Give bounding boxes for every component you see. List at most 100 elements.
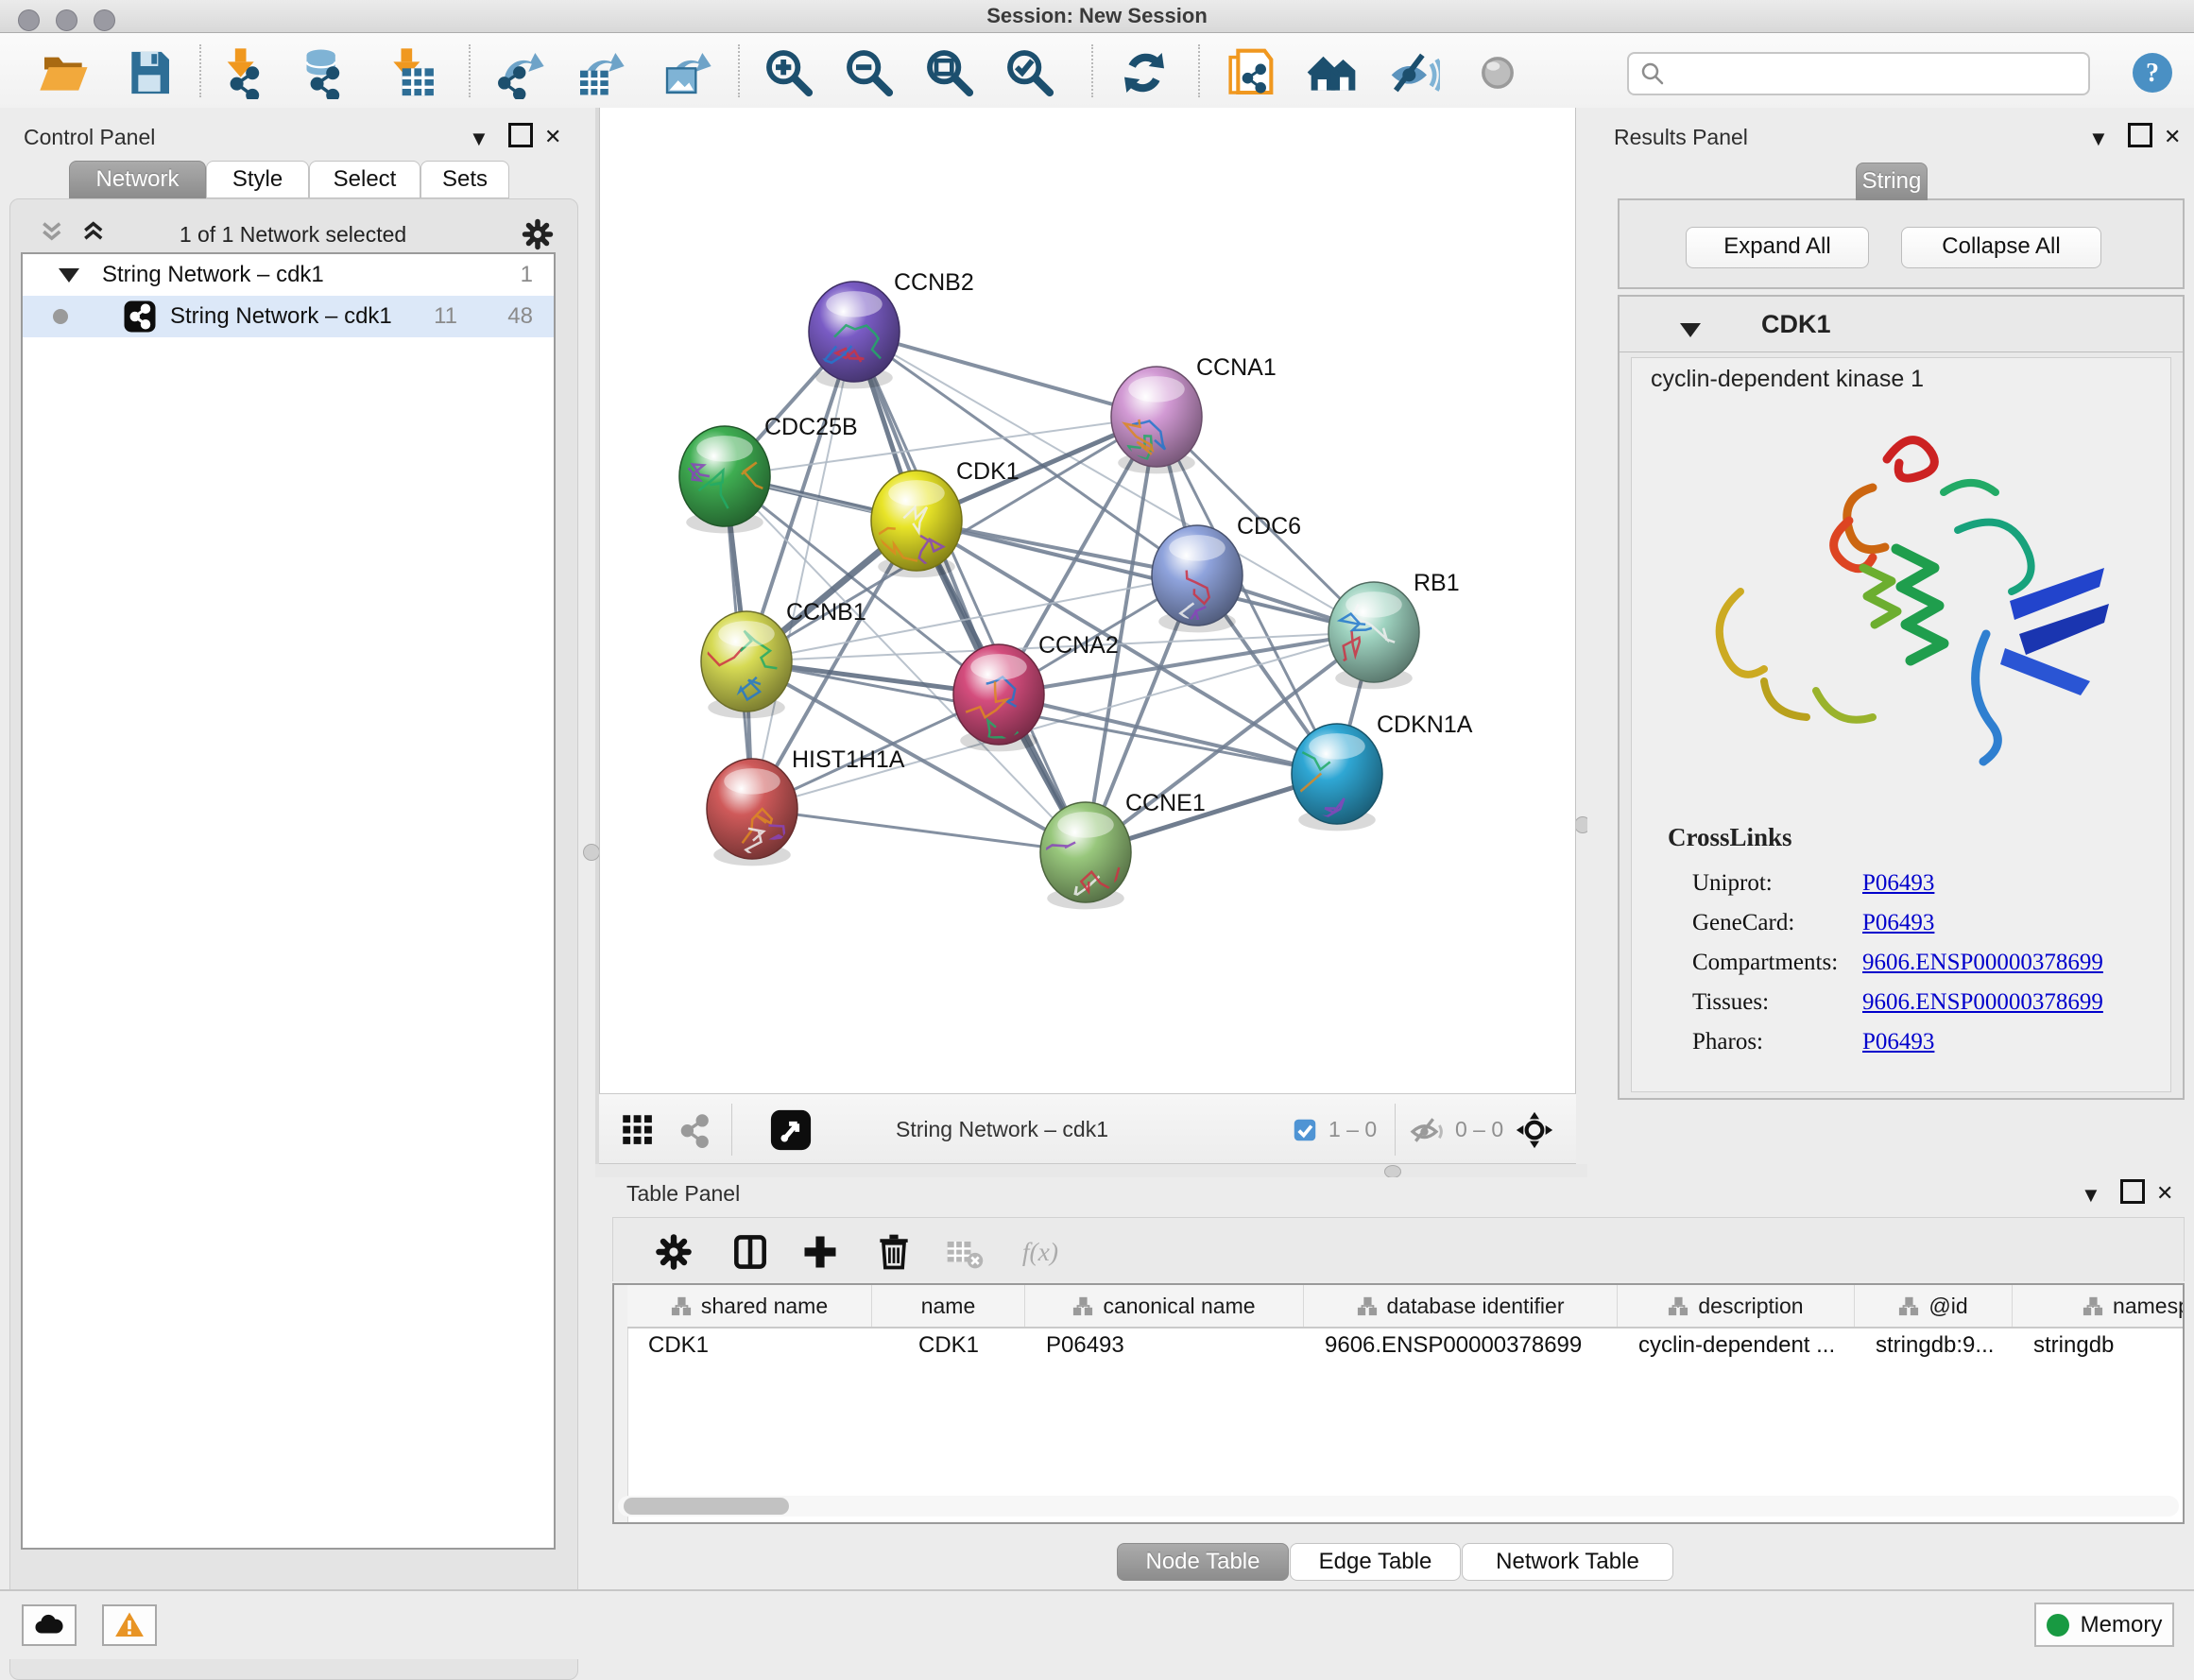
crosslink-value[interactable]: 9606.ENSP00000378699 [1862,989,2103,1016]
cloud-button[interactable] [22,1604,77,1646]
columns-icon[interactable] [729,1231,771,1273]
export-image-icon[interactable] [660,46,717,103]
help-button[interactable]: ? [2130,50,2177,97]
search-input[interactable] [1627,52,2090,95]
crosslink-value[interactable]: 9606.ENSP00000378699 [1862,950,2103,976]
horizontal-splitter-handle[interactable] [1384,1165,1401,1178]
network-collection-row[interactable]: String Network – cdk1 1 [23,254,554,296]
gene-disclosure-icon[interactable] [1680,323,1701,337]
column-header-description[interactable]: description [1618,1285,1855,1327]
control-panel-menu-icon[interactable]: ▼ [469,127,489,151]
view-title: String Network – cdk1 [896,1117,1108,1142]
network-row[interactable]: String Network – cdk1 11 48 [23,296,554,337]
left-splitter-handle[interactable] [583,844,600,861]
export-network-icon[interactable] [493,46,550,103]
clipboard-network-icon[interactable] [1223,46,1279,103]
node-label: CCNE1 [1125,790,1206,816]
table-panel-close-icon[interactable]: ✕ [2156,1181,2173,1206]
tab-sets[interactable]: Sets [420,161,509,198]
column-header-databaseidentifier[interactable]: database identifier [1304,1285,1618,1327]
zoom-fit-icon[interactable] [923,46,980,103]
trash-icon[interactable] [873,1231,915,1273]
toolbar-separator [469,44,471,97]
cell-name: CDK1 [872,1329,1025,1366]
svg-text:?: ? [2146,59,2159,88]
export-table-icon[interactable] [574,46,630,103]
zoom-in-icon[interactable] [763,46,819,103]
crosslink-label: Tissues: [1692,989,1862,1016]
tab-node-table[interactable]: Node Table [1117,1543,1289,1581]
fit-selected-icon[interactable] [1516,1094,1553,1165]
results-panel-menu-icon[interactable]: ▼ [2088,127,2109,151]
network-canvas[interactable]: CCNB2CCNA1CDC25BCDK1CDC6RB1CCNB1CCNA2CDK… [599,108,1576,1093]
hidden-items-icon[interactable] [1408,1094,1446,1165]
cell-canonicalname: P06493 [1025,1329,1304,1366]
grid-view-icon[interactable] [618,1094,658,1165]
results-gene-section: CDK1 cyclin-dependent kinase 1 [1618,295,2185,1100]
refresh-icon[interactable] [1118,46,1174,103]
zoom-out-icon[interactable] [843,46,900,103]
collection-disclosure-icon[interactable] [59,268,79,283]
eye-hide-icon[interactable] [1387,46,1444,103]
birds-eye-view-icon[interactable] [769,1094,813,1165]
gear-table-icon[interactable] [653,1231,694,1273]
crosslink-label: GeneCard: [1692,910,1862,936]
column-header-canonicalname[interactable]: canonical name [1025,1285,1304,1327]
column-header-id[interactable]: @id [1855,1285,2013,1327]
tab-edge-table[interactable]: Edge Table [1290,1543,1461,1581]
table-panel-menu-icon[interactable]: ▼ [2081,1183,2101,1208]
table-hscrollbar-thumb[interactable] [624,1498,789,1515]
network-options-gear-icon[interactable] [520,216,556,252]
expand-all-button[interactable]: Expand All [1686,227,1869,268]
table-row-header-strip [614,1285,628,1522]
selected-items-icon[interactable] [1291,1094,1319,1165]
search-icon [1638,60,1667,88]
collection-count: 1 [495,262,533,288]
tab-network-table[interactable]: Network Table [1462,1543,1673,1581]
network-selection-status: 1 of 1 Network selected [11,222,574,248]
network-view-toolbar: String Network – cdk1 1 – 0 0 – 0 [599,1093,1576,1164]
crosslink-value[interactable]: P06493 [1862,870,1934,897]
table-delete-icon[interactable] [944,1231,986,1273]
crosslink-value[interactable]: P06493 [1862,1029,1934,1055]
table-hscrollbar[interactable] [618,1496,2179,1517]
tab-select[interactable]: Select [309,161,420,198]
tab-string[interactable]: String [1856,163,1928,200]
import-database-icon[interactable] [297,46,353,103]
tab-style[interactable]: Style [206,161,309,198]
crosslink-value[interactable]: P06493 [1862,910,1934,936]
cell-description: cyclin-dependent ... [1618,1329,1855,1366]
save-file-icon[interactable] [123,46,180,103]
memory-label: Memory [2081,1612,2163,1638]
column-header-namespace[interactable]: namespace [2013,1285,2185,1327]
home-icon[interactable] [1307,46,1363,103]
import-network-icon[interactable] [216,46,273,103]
results-panel-title: Results Panel [1614,125,1748,150]
table-panel-float-icon[interactable] [2120,1179,2145,1204]
eye-gray-icon[interactable] [1471,46,1528,103]
results-panel-close-icon[interactable]: ✕ [2164,125,2181,149]
results-panel-float-icon[interactable] [2128,123,2152,147]
network-overview-icon[interactable] [675,1094,714,1165]
control-panel-close-icon[interactable]: ✕ [544,125,561,149]
table-row[interactable]: CDK1CDK1P064939606.ENSP00000378699cyclin… [627,1329,2185,1366]
memory-button[interactable]: Memory [2034,1603,2174,1647]
network-status-dot-icon [53,309,68,324]
collapse-all-button[interactable]: Collapse All [1901,227,2101,268]
crosslinks-title: CrossLinks [1668,823,1792,852]
results-buttons-box: Expand All Collapse All [1618,198,2185,289]
table-panel: Table Panel ▼ ✕ f(x) shared name name ca… [595,1177,2194,1589]
open-folder-icon[interactable] [38,46,94,103]
table-header-row: shared name name canonical name database… [627,1285,2185,1329]
table-panel-title: Table Panel [626,1181,740,1207]
node-table[interactable]: shared name name canonical name database… [612,1283,2185,1524]
warning-button[interactable] [102,1604,157,1646]
control-panel-float-icon[interactable] [508,123,533,147]
zoom-selected-icon[interactable] [1003,46,1060,103]
import-table-icon[interactable] [385,46,441,103]
fx-icon[interactable]: f(x) [1020,1231,1062,1273]
tab-network[interactable]: Network [69,161,206,198]
column-header-sharedname[interactable]: shared name [627,1285,872,1327]
plus-icon[interactable] [799,1231,841,1273]
column-header-name[interactable]: name [872,1285,1025,1327]
